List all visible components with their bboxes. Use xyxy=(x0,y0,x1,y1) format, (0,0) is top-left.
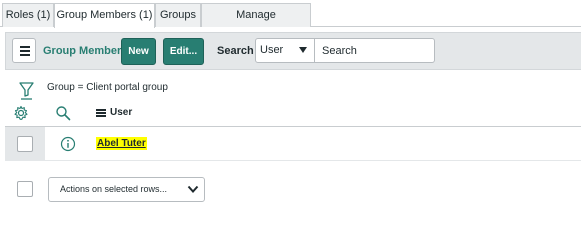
gear-icon[interactable] xyxy=(13,105,29,121)
search-input[interactable] xyxy=(315,38,435,63)
search-label: Search xyxy=(217,45,254,57)
column-header-label: User xyxy=(110,107,133,118)
edit-button[interactable]: Edit... xyxy=(163,38,204,65)
menu-icon xyxy=(20,46,30,48)
tab-roles[interactable]: Roles (1) xyxy=(2,3,54,27)
list-menu-button[interactable] xyxy=(12,38,36,63)
search-icon[interactable] xyxy=(55,105,71,121)
new-button[interactable]: New xyxy=(121,38,156,65)
column-menu-icon[interactable] xyxy=(96,109,106,118)
tab-groups[interactable]: Groups xyxy=(155,3,201,27)
row-select-cell xyxy=(5,127,45,160)
search-field-value: User xyxy=(260,44,284,56)
filter-icon[interactable] xyxy=(19,81,34,101)
chevron-down-icon xyxy=(187,185,199,193)
tab-manage-subscriptions[interactable]: Manage Subscriptions xyxy=(201,3,311,44)
search-field-select[interactable]: User xyxy=(255,38,315,63)
related-list-tabs: Roles (1) Group Members (1) Groups Manag… xyxy=(0,0,581,44)
tab-group-members[interactable]: Group Members (1) xyxy=(54,3,155,28)
row-checkbox[interactable] xyxy=(17,136,33,152)
select-all-checkbox[interactable] xyxy=(17,181,33,197)
actions-dropdown[interactable]: Actions on selected rows... xyxy=(48,177,205,202)
list-toolbar: Group Members New Edit... Search User xyxy=(5,32,581,70)
list-title: Group Members xyxy=(43,45,128,57)
user-link[interactable]: Abel Tuter xyxy=(96,137,147,150)
table-row: Abel Tuter xyxy=(5,127,581,161)
info-icon[interactable] xyxy=(60,136,76,152)
filter-breadcrumb[interactable]: Group = Client portal group xyxy=(47,82,168,93)
dropdown-caret-icon xyxy=(299,47,307,53)
actions-label: Actions on selected rows... xyxy=(60,184,168,194)
